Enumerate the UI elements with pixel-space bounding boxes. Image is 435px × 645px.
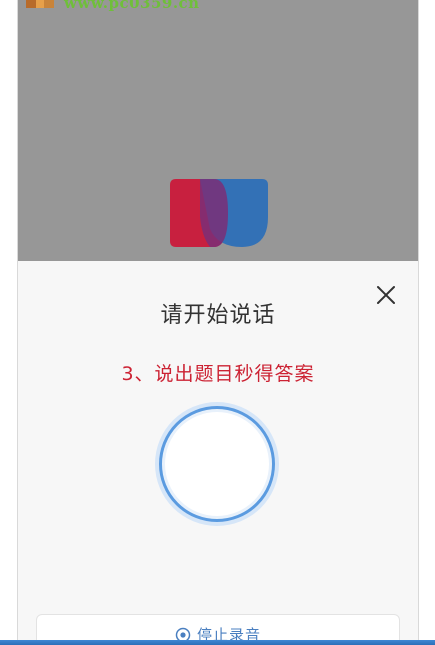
watermark-logo-icon: [26, 0, 56, 12]
watermark: www.pc0359.cn: [26, 0, 200, 12]
right-margin: [419, 0, 435, 645]
voice-input-sheet: 请开始说话 3、说出题目秒得答案 停止录音: [18, 261, 418, 645]
app-logo-icon: [170, 179, 268, 247]
watermark-text: www.pc0359.cn: [64, 0, 200, 12]
screen: www.pc0359.cn 请开始说话 3、说出题目秒得答案 停止录音: [0, 0, 435, 645]
dialog-hint: 3、说出题目秒得答案: [121, 363, 315, 385]
listening-circle-icon[interactable]: [159, 406, 275, 522]
dialog-title: 请开始说话: [160, 303, 276, 328]
dimmed-overlay[interactable]: www.pc0359.cn: [18, 0, 418, 261]
left-margin: [0, 0, 17, 645]
phone-screen: www.pc0359.cn 请开始说话 3、说出题目秒得答案 停止录音: [17, 0, 419, 645]
bottom-border: [0, 640, 435, 645]
